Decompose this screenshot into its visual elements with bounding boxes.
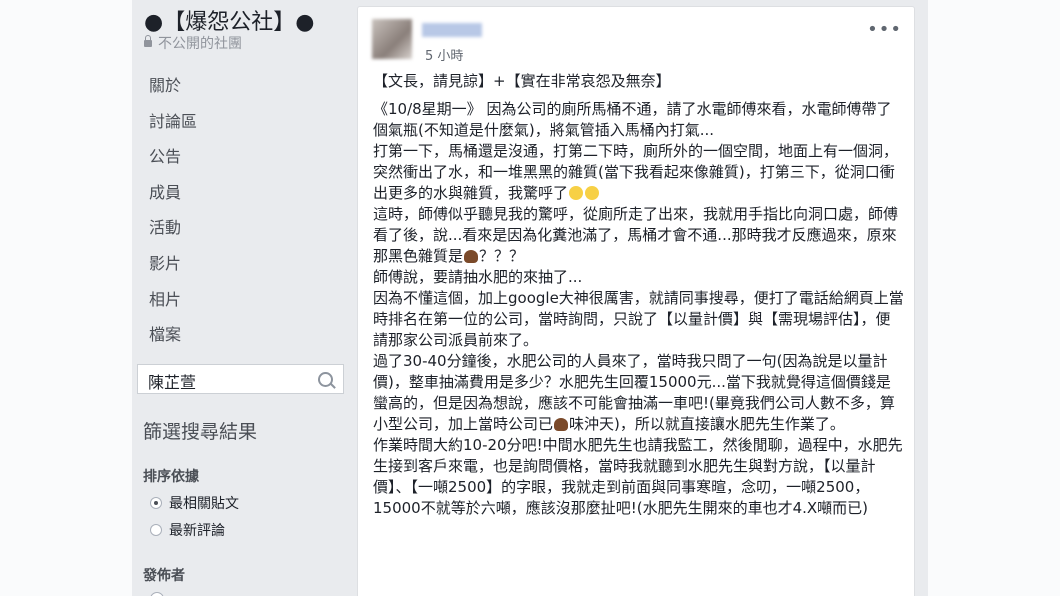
nav-item-videos[interactable]: 影片 <box>132 250 347 286</box>
avatar[interactable] <box>372 19 412 59</box>
lock-icon <box>144 35 152 47</box>
nav-item-discussion[interactable]: 討論區 <box>132 108 347 144</box>
search-value: 陳芷萱 <box>148 373 197 392</box>
page-background-left <box>0 0 132 596</box>
group-page: ●【爆怨公社】● 不公開的社團 關於 討論區 公告 成員 活動 影片 相片 檔案… <box>132 0 928 596</box>
group-nav: 關於 討論區 公告 成員 活動 影片 相片 檔案 <box>132 72 347 357</box>
group-name[interactable]: ●【爆怨公社】● <box>144 4 314 36</box>
nav-item-about[interactable]: 關於 <box>132 72 347 108</box>
post-title: 【文長，請見諒】+【實在非常哀怨及無奈】 <box>373 72 671 90</box>
group-sidebar: ●【爆怨公社】● 不公開的社團 關於 討論區 公告 成員 活動 影片 相片 檔案… <box>132 0 347 596</box>
post-paragraph: 《10/8星期一》 因為公司的廁所馬桶不通，請了水電師傅來看，水電師傅帶了個氣瓶… <box>373 100 892 139</box>
author-filter-title: 發佈者 <box>143 568 185 584</box>
flushed-face-icon <box>585 186 600 200</box>
nav-item-events[interactable]: 活動 <box>132 214 347 250</box>
privacy-label: 不公開的社團 <box>158 36 242 52</box>
radio-selected-icon[interactable] <box>150 497 162 509</box>
post-paragraph: 師傅說，要請抽水肥的來抽了... <box>373 268 583 286</box>
sort-option-label: 最相關貼文 <box>169 496 239 512</box>
page-background-right <box>928 0 1060 596</box>
sort-title: 排序依據 <box>143 469 199 485</box>
pile-of-poo-icon <box>464 250 479 263</box>
post-body: 【文長，請見諒】+【實在非常哀怨及無奈】 《10/8星期一》 因為公司的廁所馬桶… <box>373 71 905 519</box>
nav-item-photos[interactable]: 相片 <box>132 286 347 322</box>
pile-of-poo-icon <box>554 418 569 431</box>
radio-icon[interactable] <box>150 524 162 536</box>
radio-icon[interactable] <box>150 592 164 596</box>
post-paragraph: 過了30-40分鐘後，水肥公司的人員來了，當時我只問了一句(因為說是以量計價)，… <box>373 352 895 433</box>
filter-title: 篩選搜尋結果 <box>143 421 258 443</box>
search-icon[interactable] <box>318 372 333 387</box>
post-card: 5 小時 ••• 【文長，請見諒】+【實在非常哀怨及無奈】 《10/8星期一》 … <box>357 6 915 596</box>
post-timestamp[interactable]: 5 小時 <box>425 45 463 64</box>
group-search-input[interactable]: 陳芷萱 <box>137 364 344 394</box>
sort-option-label: 最新評論 <box>169 523 225 539</box>
flushed-face-icon <box>569 186 584 200</box>
nav-item-files[interactable]: 檔案 <box>132 321 347 357</box>
post-paragraph: 打第一下，馬桶還是沒通，打第二下時，廁所外的一個空間，地面上有一個洞，突然衝出了… <box>373 142 899 202</box>
post-paragraph: 作業時間大約10-20分吧!中間水肥先生也請我監工，然後閒聊，過程中，水肥先生接… <box>373 436 903 517</box>
sort-option-latest[interactable]: 最新評論 <box>150 520 225 540</box>
more-options-icon[interactable]: ••• <box>867 19 902 40</box>
sort-option-relevant[interactable]: 最相關貼文 <box>150 493 239 513</box>
post-paragraph: 因為不懂這個，加上google大神很厲害，就請同事搜尋，便打了電話給網頁上當時排… <box>373 289 904 349</box>
post-paragraph: 這時，師傅似乎聽見我的驚呼，從廁所走了出來，我就用手指比向洞口處，師傅看了後，說… <box>373 205 899 265</box>
group-privacy: 不公開的社團 <box>144 33 242 53</box>
nav-item-members[interactable]: 成員 <box>132 179 347 215</box>
author-name-blurred[interactable] <box>422 23 482 37</box>
nav-item-announcements[interactable]: 公告 <box>132 143 347 179</box>
